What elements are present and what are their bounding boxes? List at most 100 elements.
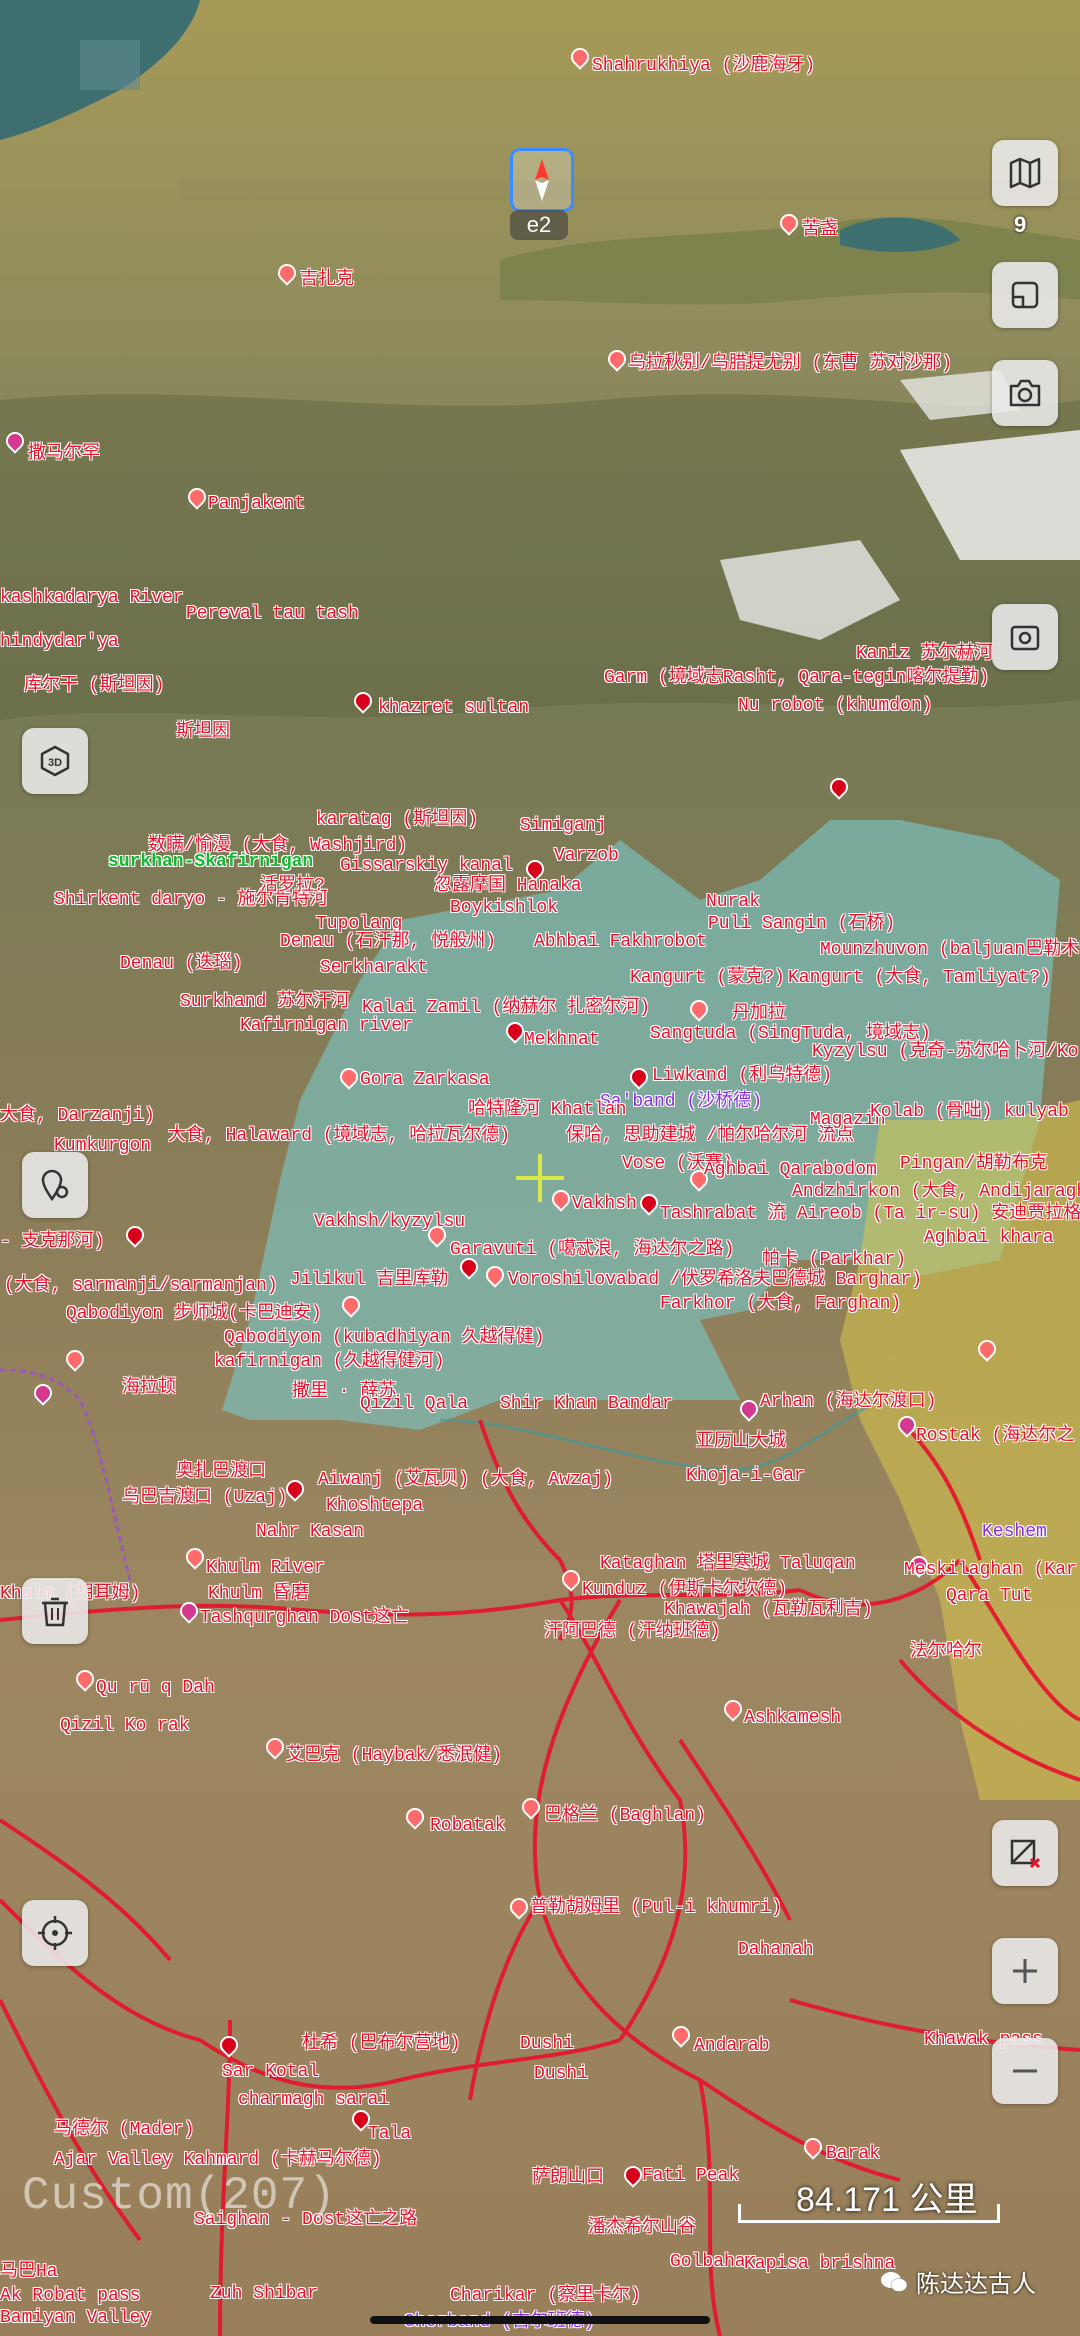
place-label[interactable]: Zuh Shibar <box>210 2284 318 2304</box>
camera-button[interactable] <box>992 360 1058 426</box>
place-label[interactable]: Tupolang <box>316 914 402 934</box>
place-label[interactable]: kashkadarya River <box>0 588 184 608</box>
place-label[interactable]: (大食, sarmanji/sarmanjan) <box>4 1276 278 1296</box>
place-label[interactable]: 潘杰希尔山谷 <box>588 2218 696 2238</box>
place-label[interactable]: Qu rū q Dah <box>96 1678 215 1698</box>
place-label[interactable]: Boykishlok <box>450 898 558 918</box>
place-label[interactable]: Kataghan 塔里寒城 Taluqan <box>600 1554 856 1574</box>
place-label[interactable]: Nurak <box>706 892 760 912</box>
place-label[interactable]: Shahrukhiya (沙鹿海牙) <box>592 56 815 76</box>
place-label[interactable]: 巴格兰 (Baghlan) <box>544 1806 706 1826</box>
place-label[interactable]: Farkhor (大食, Farghan) <box>660 1294 901 1314</box>
place-label[interactable]: Nahr Kasan <box>256 1522 364 1542</box>
place-label[interactable]: Kangurt (蒙克?) <box>630 968 785 988</box>
place-label[interactable]: Arhan (海达尔渡口) <box>760 1392 936 1412</box>
place-label[interactable]: Fati Peak <box>642 2166 739 2186</box>
place-label[interactable]: Tashqurghan Dost这亡 <box>200 1608 409 1628</box>
place-label[interactable]: Dushi <box>520 2034 574 2054</box>
place-label[interactable]: Kunduz (伊斯卡尔坎德) <box>582 1580 787 1600</box>
place-label[interactable]: Kyzylsu (克奇-苏尔哈卜河/Ko <box>812 1042 1078 1062</box>
place-label[interactable]: 艾巴克 (Haybak/悉泯健) <box>286 1746 502 1766</box>
place-label[interactable]: Qizil Ko rak <box>60 1716 190 1736</box>
place-label[interactable]: Charikar (察里卡尔) <box>450 2286 641 2306</box>
place-label[interactable]: Surkhand 苏尔汗河 <box>180 992 349 1012</box>
place-label[interactable]: Qabodiyon (kubadhiyan 久越得健) <box>224 1328 544 1348</box>
place-label[interactable]: Serkharakt <box>320 958 428 978</box>
place-label[interactable]: Dahanah <box>738 1940 814 1960</box>
place-label[interactable]: Vakhsh/kyzylsu <box>314 1212 465 1232</box>
place-label[interactable]: Andzhirkon (大食, Andijaragh <box>792 1182 1080 1202</box>
place-label[interactable]: Barak <box>826 2144 880 2164</box>
place-label[interactable]: Kaniz 苏尔赫河 <box>856 644 993 664</box>
place-label[interactable]: Kafirnigan river <box>240 1016 413 1036</box>
place-label[interactable]: Ashkamesh <box>744 1708 841 1728</box>
place-label[interactable]: 大食, Darzanji) <box>0 1106 155 1126</box>
place-label[interactable]: Ajar Valley Kahmard (卡赫马尔德) <box>54 2150 382 2170</box>
place-label[interactable]: Kolab (骨咄) <box>870 1102 992 1122</box>
place-label[interactable]: Mounzhuvon (baljuan巴勒术安) <box>820 940 1080 960</box>
place-label[interactable]: surkhan-Skafirnigan <box>108 852 313 872</box>
place-label[interactable]: Garm (境域志Rasht, Qara-tegin喀尔提勤) <box>604 668 989 688</box>
place-label[interactable]: Tashrabat 流 Aireob (Ta ir-su) 安迪贾拉格河 <box>660 1204 1080 1224</box>
zoom-in-button[interactable] <box>992 1938 1058 2004</box>
delete-button[interactable] <box>22 1578 88 1644</box>
place-label[interactable]: charmagh sarai <box>238 2090 389 2110</box>
place-label[interactable]: 撒马尔罕 <box>28 444 100 464</box>
place-label[interactable]: Khulm River <box>206 1558 325 1578</box>
place-label[interactable]: Kapisa brishna <box>744 2254 895 2274</box>
place-label[interactable]: Gissarskiy kanal <box>340 856 513 876</box>
place-label[interactable]: 萨朗山口 <box>532 2168 604 2188</box>
place-label[interactable]: Meskilaghan (Kar <box>904 1560 1077 1580</box>
place-label[interactable]: 马巴Ha <box>0 2262 58 2282</box>
place-label[interactable]: Gora Zarkasa <box>360 1070 490 1090</box>
place-label[interactable]: 亚历山大城 <box>696 1432 786 1452</box>
place-label[interactable]: Voroshilovabad /伏罗希洛夫巴德城 Barghar) <box>508 1270 922 1290</box>
place-label[interactable]: 丹加拉 <box>732 1004 786 1024</box>
place-label[interactable]: Liwkand (利乌特德) <box>652 1066 832 1086</box>
place-label[interactable]: Khulm 昏磨 <box>208 1584 309 1604</box>
place-label[interactable]: Andarab <box>694 2036 770 2056</box>
place-label[interactable]: 忽露摩国 Hanaka <box>434 876 582 896</box>
place-label[interactable]: Abhbai Fakhrobot <box>534 932 707 952</box>
place-label[interactable]: 苦盏 <box>802 220 838 240</box>
place-label[interactable]: kafirnigan (久越得健河) <box>214 1352 444 1372</box>
place-label[interactable]: 杜希 (巴布尔营地) <box>302 2034 460 2054</box>
place-label[interactable]: 活罗拉? <box>260 876 325 896</box>
place-label[interactable]: 斯坦因 <box>176 722 230 742</box>
compass-icon[interactable] <box>510 148 574 212</box>
place-label[interactable]: Bamiyan Valley <box>0 2308 151 2328</box>
place-label[interactable]: Robatak <box>430 1816 506 1836</box>
place-label[interactable]: Aiwanj (艾瓦贝) (大食, Awzaj) <box>318 1470 613 1490</box>
place-label[interactable]: Aghbai Qarabodom <box>704 1160 877 1180</box>
place-label[interactable]: 乌拉秋别/乌腊提尤别 (东曹 苏对沙那) <box>628 354 952 374</box>
place-label[interactable]: Khoja-i-Gar <box>686 1466 805 1486</box>
place-label[interactable]: 法尔哈尔 <box>910 1642 982 1662</box>
place-label[interactable]: Sar Kotal <box>222 2062 319 2082</box>
map-layers-button[interactable] <box>992 140 1058 206</box>
place-label[interactable]: Mekhnat <box>524 1030 600 1050</box>
my-location-button[interactable] <box>22 1900 88 1966</box>
place-label[interactable]: Khawajah (瓦勒瓦利吉) <box>664 1600 873 1620</box>
place-label[interactable]: 库尔干 (斯坦因) <box>24 676 164 696</box>
3d-view-button[interactable]: 3D <box>22 728 88 794</box>
place-label[interactable]: Jilikul 吉里库勒 <box>290 1270 448 1290</box>
place-label[interactable]: Qara Tut <box>946 1586 1032 1606</box>
place-label[interactable]: Rostak (海达尔之 <box>916 1426 1074 1446</box>
place-label[interactable]: 海拉顿 <box>122 1378 176 1398</box>
place-label[interactable]: Varzob <box>554 846 619 866</box>
place-label[interactable]: Puli Sangin (石桥) <box>708 914 895 934</box>
place-label[interactable]: Pereval tau tash <box>186 604 359 624</box>
place-label[interactable]: Sangtuda (SingTuda, 境域志) <box>650 1024 931 1044</box>
place-label[interactable]: Pingan/胡勒布克 <box>900 1154 1048 1174</box>
place-label[interactable]: Kangurt (大食, Tamliyat?) <box>788 968 1051 988</box>
place-label[interactable]: Ak Robat pass <box>0 2286 140 2306</box>
place-label[interactable]: Shir Khan Bandar <box>500 1394 673 1414</box>
place-label[interactable]: Simiganj <box>520 816 606 836</box>
screenshot-crop-button[interactable] <box>992 262 1058 328</box>
place-label[interactable]: Nu robot (khumdon) <box>738 696 932 716</box>
place-label[interactable]: Khoshtepa <box>326 1496 423 1516</box>
place-label[interactable]: 吉扎克 <box>300 270 354 290</box>
home-indicator[interactable] <box>370 2316 710 2324</box>
place-label[interactable]: 马德尔 (Mader) <box>54 2120 194 2140</box>
place-label[interactable]: Panjakent <box>208 494 305 514</box>
